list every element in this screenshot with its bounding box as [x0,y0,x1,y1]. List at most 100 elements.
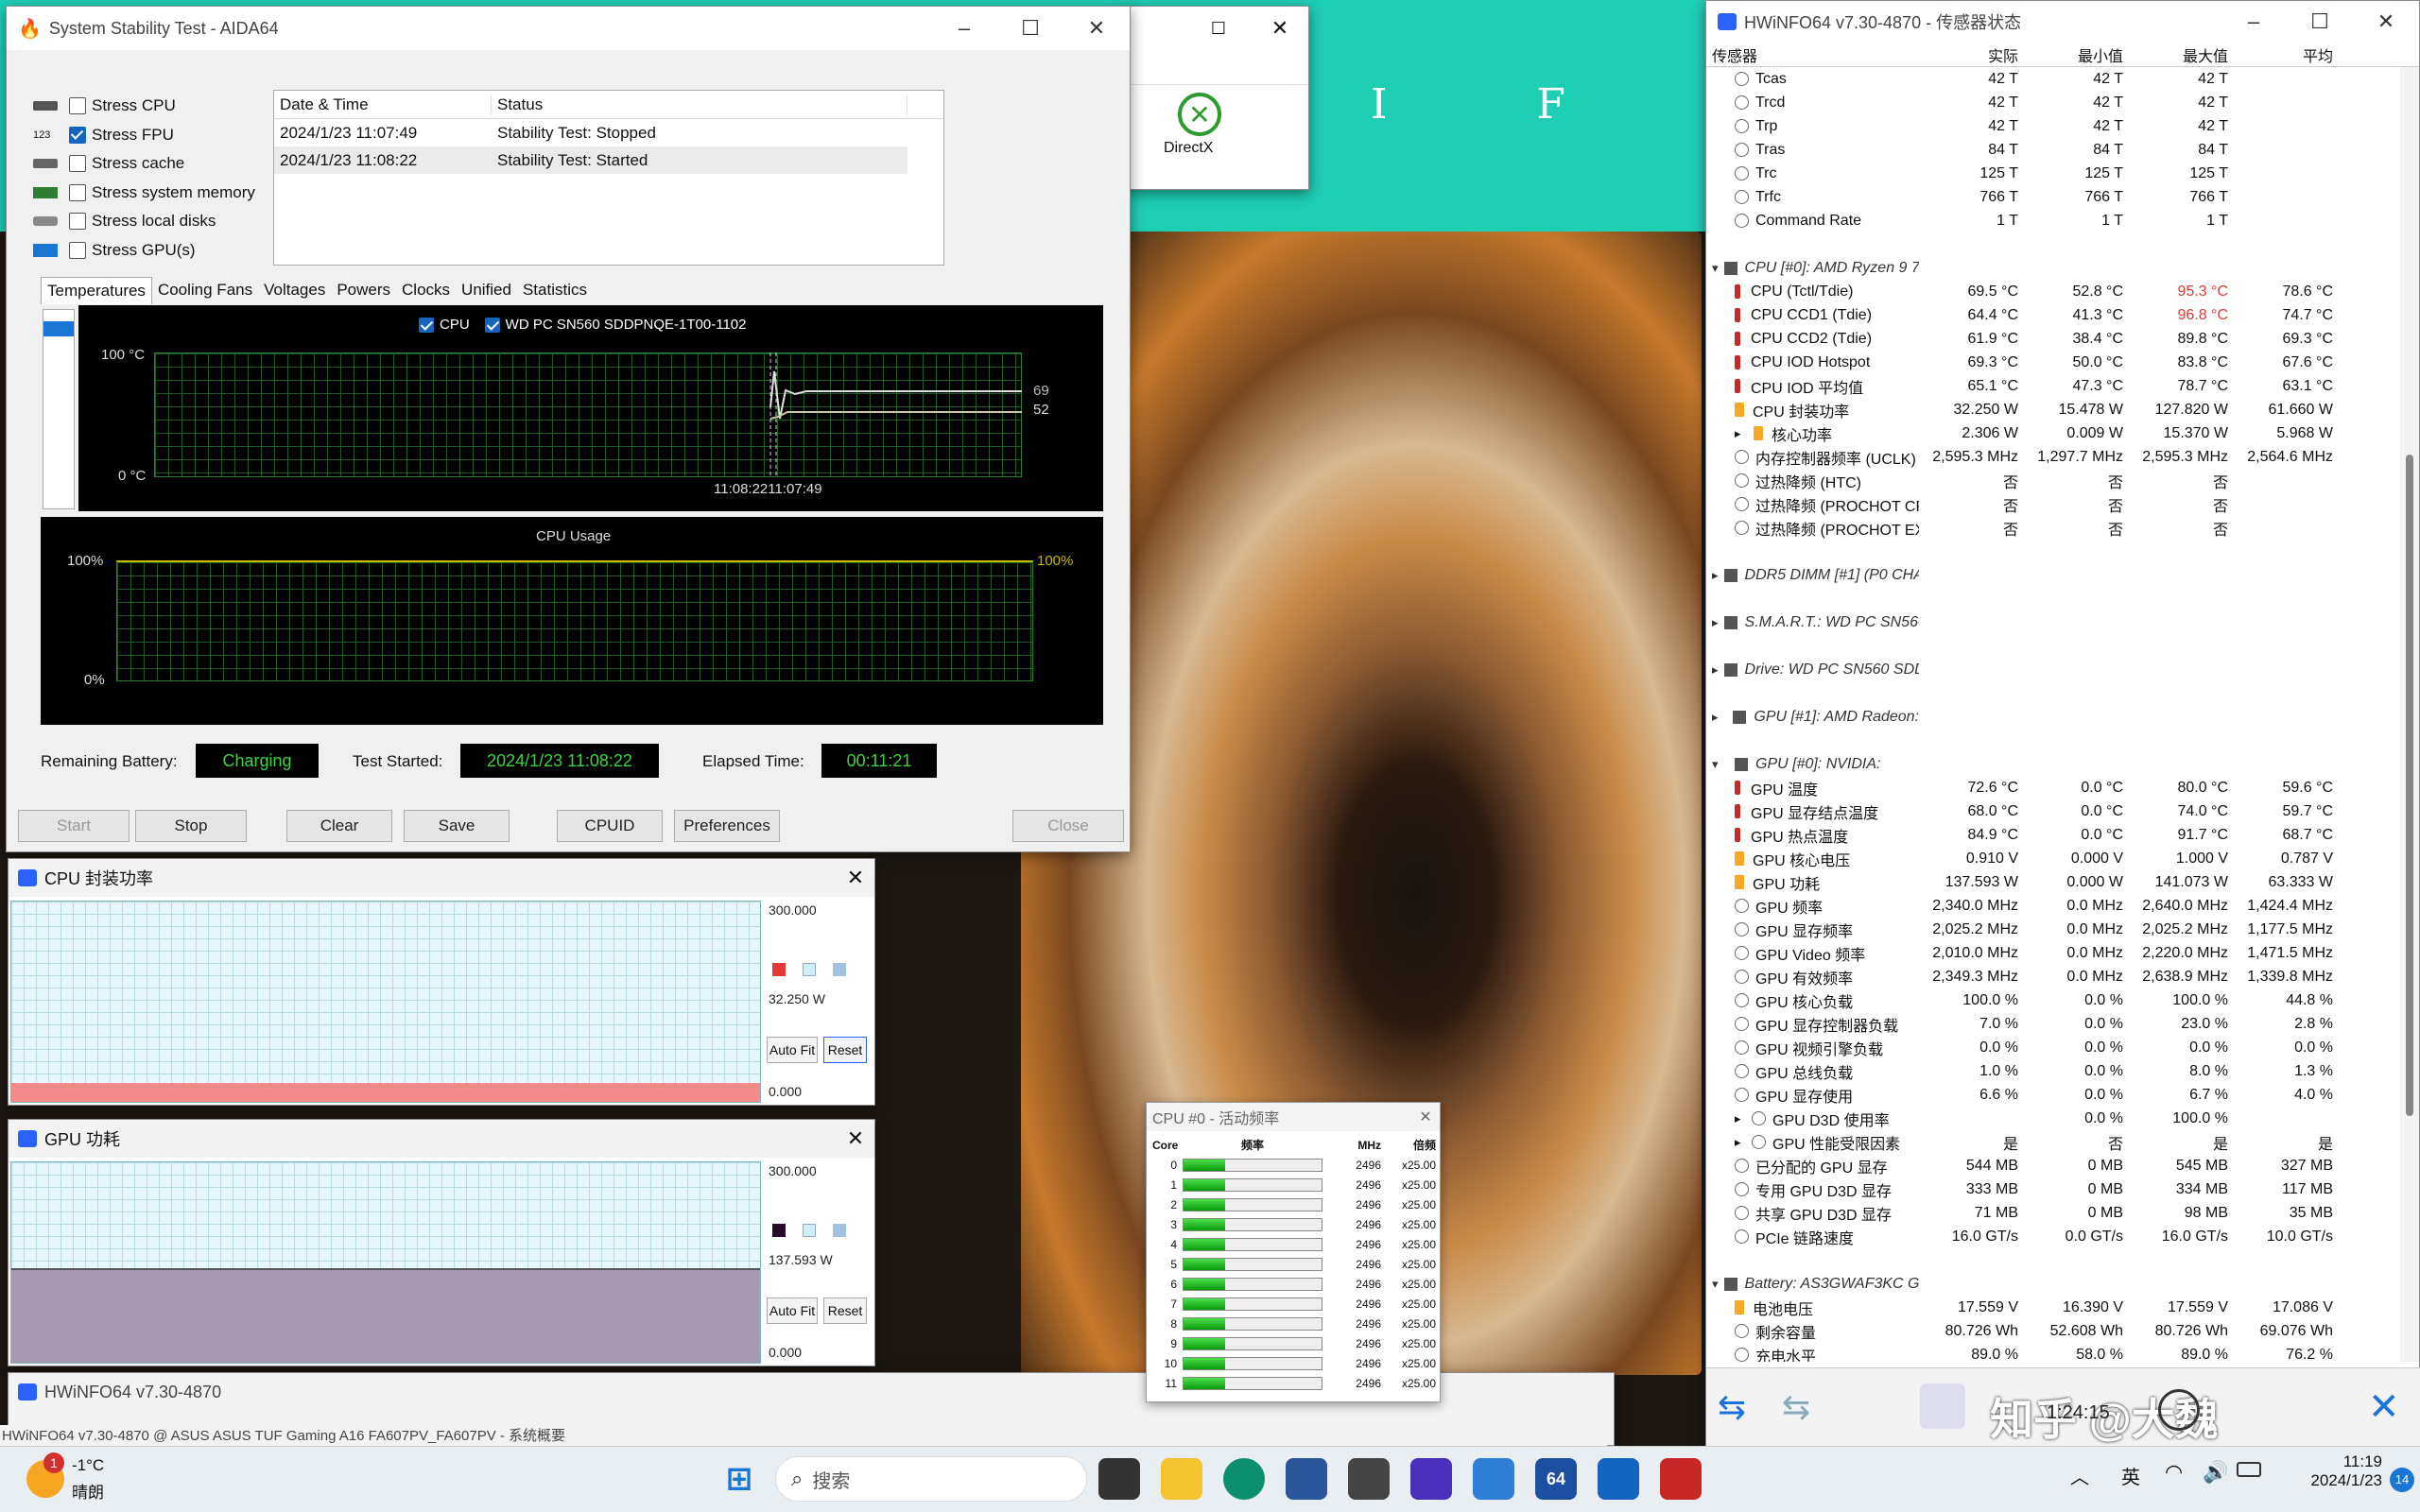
sensor-row[interactable]: GPU 显存结点温度 68.0 °C 0.0 °C 74.0 °C 59.7 °C [1706,799,2400,823]
clock-icon[interactable] [2158,1389,2200,1431]
chevron-down-icon[interactable]: ▾ [1712,757,1729,772]
legend-cpu-checkbox[interactable] [419,317,434,333]
hwinfo-taskbar-icon[interactable] [1598,1458,1639,1500]
stress-gpu-checkbox[interactable] [69,241,86,259]
sensor-row[interactable]: 共享 GPU D3D 显存 71 MB 0 MB 98 MB 35 MB [1706,1201,2400,1225]
stress-cache-checkbox[interactable] [69,155,86,173]
sensor-row[interactable]: ▸ GPU 性能受限因素 是 否 是 是 [1706,1130,2400,1154]
stress-memory-option[interactable]: Stress system memory [33,179,279,208]
sensor-row[interactable] [1706,1248,2400,1272]
sensor-row[interactable]: CPU CCD2 (Tdie) 61.9 °C 38.4 °C 89.8 °C 69.3… [1706,327,2400,351]
table-row[interactable]: 2024/1/23 11:08:22 Stability Test: Start… [274,146,908,174]
sensor-row[interactable]: CPU 封装功率 32.250 W 15.478 W 127.820 W 61.660 … [1706,398,2400,421]
autofit-button[interactable]: Auto Fit [767,1297,818,1324]
sensor-row[interactable]: GPU Video 频率 2,010.0 MHz 0.0 MHz 2,220.0 MH… [1706,941,2400,965]
sensor-row[interactable]: GPU 温度 72.6 °C 0.0 °C 80.0 °C 59.6 °C [1706,776,2400,799]
sensor-row[interactable]: CPU IOD Hotspot 69.3 °C 50.0 °C 83.8 °C 67.6… [1706,351,2400,374]
sensor-row[interactable]: GPU 视频引擎负载 0.0 % 0.0 % 0.0 % 0.0 % [1706,1036,2400,1059]
xbox-icon[interactable]: ✕ [1178,93,1221,136]
chevron-right-icon[interactable]: ▸ [1735,426,1748,441]
sensor-row[interactable]: 过热降频 (HTC) 否 否 否 [1706,469,2400,492]
chevron-right-icon[interactable]: ▸ [1735,1135,1748,1150]
tab-unified[interactable]: Unified [456,277,517,304]
sensor-row[interactable] [1706,540,2400,563]
file-explorer-icon[interactable] [1161,1458,1202,1500]
app-flame-icon[interactable] [1660,1458,1702,1500]
stress-gpu-option[interactable]: Stress GPU(s) [33,236,279,266]
sensor-row[interactable]: 电池电压 17.559 V 16.390 V 17.559 V 17.086 V [1706,1296,2400,1319]
sensor-row[interactable]: GPU 功耗 137.593 W 0.000 W 141.073 W 63.333 W [1706,870,2400,894]
color-swatch[interactable] [833,1224,846,1237]
color-swatch[interactable] [833,963,846,976]
chart-scrollbar[interactable] [43,309,75,509]
close-icon[interactable]: ✕ [2368,1385,2400,1429]
sensor-row[interactable]: 过热降频 (PROCHOT CPU) 否 否 否 [1706,492,2400,516]
sensor-row[interactable] [1706,634,2400,658]
minimize-icon[interactable]: – [931,16,997,41]
sensor-row[interactable]: Trp 42 T 42 T 42 T [1706,114,2400,138]
sensor-row[interactable]: 内存控制器频率 (UCLK) 2,595.3 MHz 1,297.7 MHz 2,59… [1706,445,2400,469]
tab-temperatures[interactable]: Temperatures [41,277,152,304]
reset-button[interactable]: Reset [823,1037,867,1063]
sensor-row[interactable]: GPU 显存使用 6.6 % 0.0 % 6.7 % 4.0 % [1706,1083,2400,1107]
close-icon[interactable]: ✕ [1252,16,1308,41]
sensor-row[interactable]: ▸ GPU D3D 使用率 0.0 % 100.0 % [1706,1107,2400,1130]
stop-button[interactable]: Stop [135,810,247,842]
column-header[interactable]: 传感器 [1706,43,1919,66]
sensor-row[interactable]: 专用 GPU D3D 显存 333 MB 0 MB 334 MB 117 MB [1706,1177,2400,1201]
tab-clocks[interactable]: Clocks [396,277,456,304]
close-icon[interactable]: ✕ [837,1126,874,1151]
sensor-group-row[interactable]: ▾ Battery: AS3GWAF3KC GA... [1706,1272,2400,1296]
notification-badge[interactable]: 14 [2390,1468,2414,1492]
sensor-row[interactable]: Tcas 42 T 42 T 42 T [1706,67,2400,91]
input-language[interactable]: 英 [2121,1462,2140,1489]
sensor-row[interactable] [1706,232,2400,256]
sensor-row[interactable]: GPU 热点温度 84.9 °C 0.0 °C 91.7 °C 68.7 °C [1706,823,2400,847]
clear-button[interactable]: Clear [286,810,392,842]
sensor-group-row[interactable]: ▾ GPU [#0]: NVIDIA: [1706,752,2400,776]
column-header[interactable]: Date & Time [274,94,492,114]
arrow-left-right-icon[interactable]: ⇆ [1718,1387,1746,1427]
app-a-icon[interactable] [1473,1458,1514,1500]
sensor-list[interactable]: Tcas 42 T 42 T 42 T Trcd 42 T 42 T 42 T Trp 42 T 4… [1706,67,2400,1362]
sensor-row[interactable]: Command Rate 1 T 1 T 1 T [1706,209,2400,232]
edge-icon[interactable] [1223,1458,1265,1500]
scroll-thumb[interactable] [43,321,74,336]
store-icon[interactable] [1286,1458,1327,1500]
sensor-row[interactable]: GPU 显存控制器负载 7.0 % 0.0 % 23.0 % 2.8 % [1706,1012,2400,1036]
chevron-down-icon[interactable]: ▾ [1712,261,1719,276]
preferences-button[interactable]: Preferences [674,810,780,842]
clock[interactable]: 11:19 2024/1/23 [2278,1452,2382,1490]
stress-cpu-option[interactable]: Stress CPU [33,92,279,121]
color-swatch[interactable] [803,1224,816,1237]
tab-voltages[interactable]: Voltages [258,277,331,304]
scroll-thumb[interactable] [2406,455,2413,1116]
close-icon[interactable]: ✕ [1411,1108,1440,1126]
column-header[interactable]: 实际 [1919,43,2024,66]
legend-ssd-checkbox[interactable] [484,317,500,333]
stress-cpu-checkbox[interactable] [69,97,86,115]
stress-fpu-option[interactable]: 123 Stress FPU [33,121,279,150]
start-button[interactable]: Start [18,810,130,842]
monitor-icon[interactable] [1920,1383,1965,1429]
column-header[interactable]: 平均 [2234,43,2339,66]
tab-statistics[interactable]: Statistics [517,277,593,304]
sensor-row[interactable] [1706,729,2400,752]
column-header[interactable]: 最大值 [2129,43,2234,66]
wifi-icon[interactable]: ◠ [2165,1460,2183,1485]
close-icon[interactable]: ✕ [837,866,874,890]
sensor-row[interactable]: GPU 总线负载 1.0 % 0.0 % 8.0 % 1.3 % [1706,1059,2400,1083]
tab-cooling-fans[interactable]: Cooling Fans [152,277,258,304]
search-box[interactable]: ⌕ 搜索 [775,1456,1087,1502]
volume-icon[interactable]: 🔊 [2203,1460,2228,1485]
sensor-group-row[interactable]: ▸ S.M.A.R.T.: WD PC SN560... [1706,610,2400,634]
sensor-row[interactable]: 充电水平 89.0 % 58.0 % 89.0 % 76.2 % [1706,1343,2400,1362]
start-icon[interactable]: ⊞ [718,1458,760,1500]
stress-fpu-checkbox[interactable] [69,126,86,144]
chevron-right-icon[interactable]: ▸ [1712,710,1727,725]
sensor-row[interactable]: CPU IOD 平均值 65.1 °C 47.3 °C 78.7 °C 63.1 °C [1706,374,2400,398]
column-header[interactable]: Status [492,94,908,114]
cpuid-button[interactable]: CPUID [557,810,663,842]
chevron-right-icon[interactable]: ▸ [1735,1111,1748,1126]
close-button[interactable]: Close [1012,810,1124,842]
